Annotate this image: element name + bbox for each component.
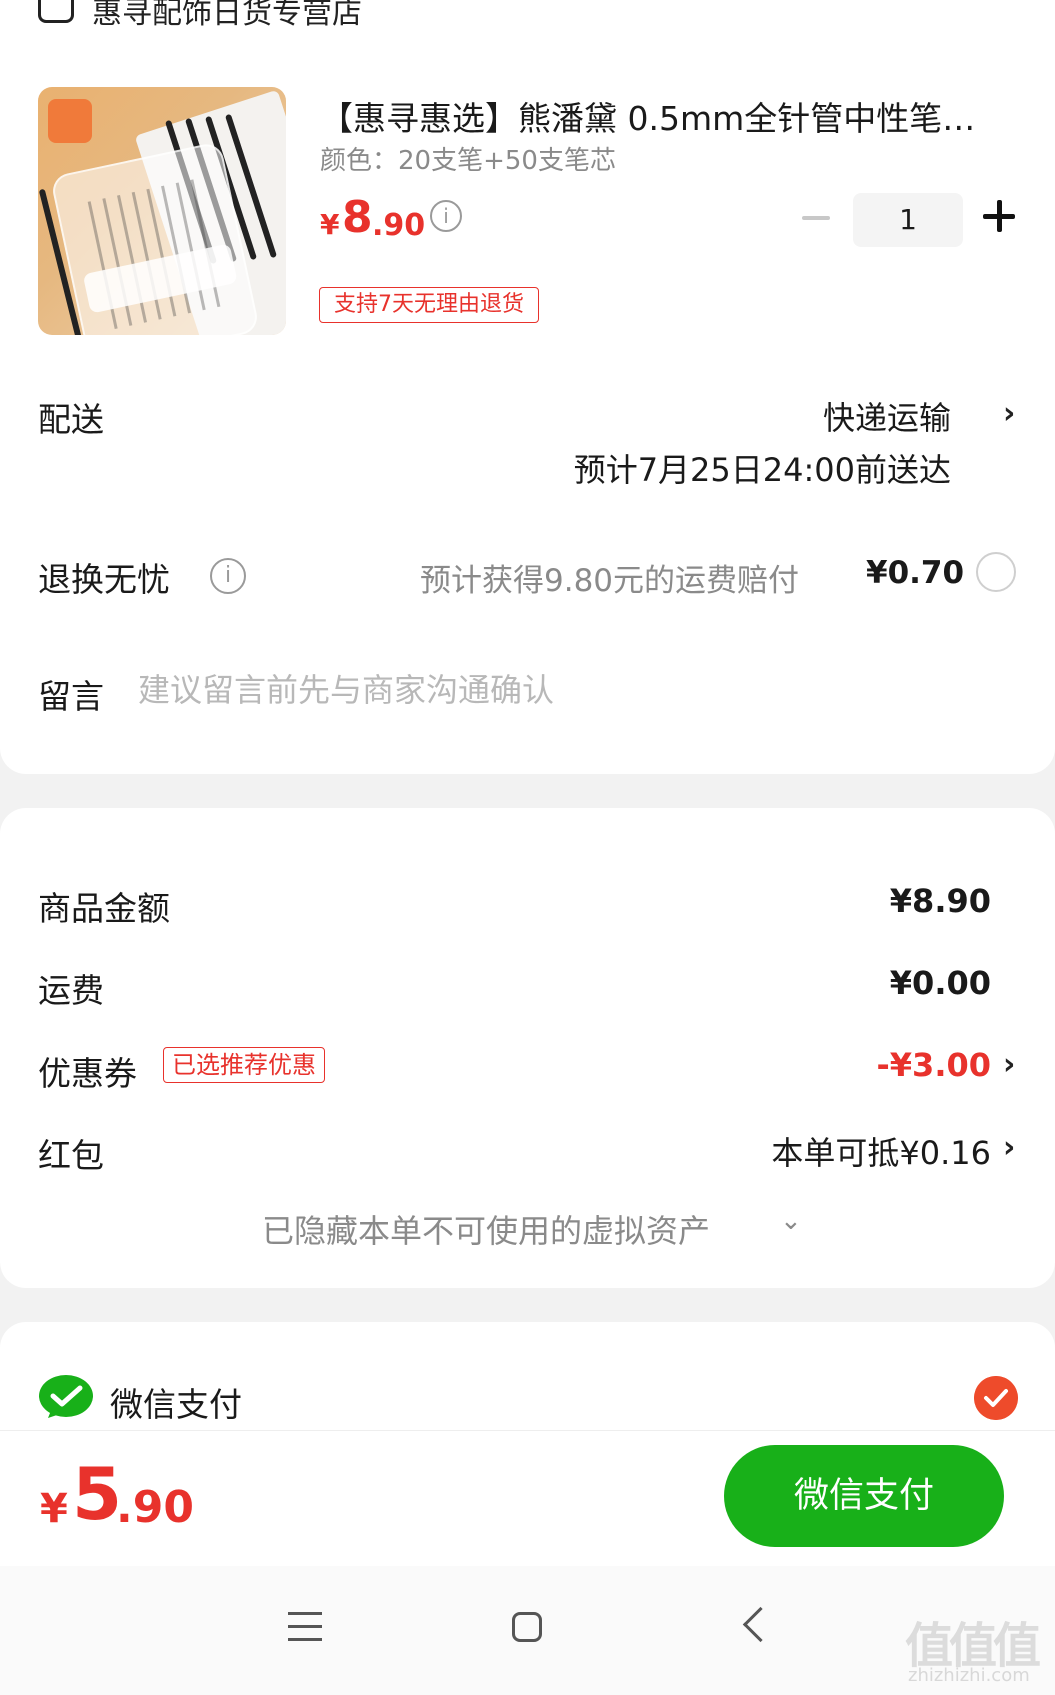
message-input[interactable] [138,668,938,712]
subtotal-value: ¥8.90 [889,882,991,920]
coupon-label: 优惠券 [38,1054,137,1093]
price-decimal: .90 [372,208,426,243]
returns-description: 预计获得9.80元的运费赔付 [420,563,800,599]
check-circle-icon[interactable] [974,1376,1018,1420]
total-integer: 5 [72,1452,123,1536]
product-image-tag [48,99,92,143]
order-item-card: 惠寻配饰日货专营店 【惠寻惠选】熊潘黛 0.5mm全针管中性笔… 颜色：20支笔… [0,0,1055,774]
chevron-right-icon[interactable]: › [1003,396,1015,431]
price-integer: 8 [342,192,373,243]
quantity-decrease-button[interactable] [802,216,830,220]
delivery-label: 配送 [38,400,104,439]
hidden-assets-toggle[interactable]: 已隐藏本单不可使用的虚拟资产 [262,1206,710,1252]
home-icon[interactable] [512,1612,542,1642]
returns-radio[interactable] [976,552,1016,592]
shop-icon [38,0,74,23]
returns-price: ¥0.70 [866,555,965,591]
wechat-pay-icon [39,1375,93,1418]
delivery-eta: 预计7月25日24:00前送达 [573,451,951,489]
product-spec[interactable]: 颜色：20支笔+50支笔芯 [320,140,616,177]
delivery-method[interactable]: 快递运输 [823,393,951,439]
returns-label: 退换无忧 [38,560,170,599]
quantity-increase-button[interactable] [983,200,1015,232]
shop-name[interactable]: 惠寻配饰日货专营店 [92,0,362,32]
coupon-badge: 已选推荐优惠 [163,1047,325,1083]
product-image[interactable] [38,87,286,335]
chevron-down-icon[interactable]: ⌄ [780,1206,802,1236]
quantity-input[interactable]: 1 [853,193,963,247]
info-icon[interactable]: i [210,558,246,594]
payment-method-label[interactable]: 微信支付 [110,1378,242,1426]
redpacket-value[interactable]: 本单可抵¥0.16 [771,1128,991,1174]
subtotal-label: 商品金额 [38,889,170,928]
redpacket-label: 红包 [38,1136,104,1175]
info-icon[interactable]: i [430,200,462,232]
total-currency: ¥ [40,1486,68,1532]
return-policy-badge: 支持7天无理由退货 [319,287,539,323]
menu-icon[interactable] [288,1612,322,1642]
watermark-text: zhizhizhi.com [908,1665,1030,1686]
shipping-value: ¥0.00 [889,964,991,1002]
product-title[interactable]: 【惠寻惠选】熊潘黛 0.5mm全针管中性笔… [320,92,1010,140]
message-label: 留言 [38,677,104,716]
coupon-value[interactable]: -¥3.00 [877,1046,992,1084]
shipping-label: 运费 [38,971,104,1010]
total-decimal: .90 [116,1482,194,1533]
chevron-right-icon[interactable]: › [1003,1047,1015,1082]
chevron-right-icon[interactable]: › [1003,1130,1015,1165]
pay-button[interactable]: 微信支付 [724,1445,1004,1547]
price-currency: ¥ [320,208,340,241]
